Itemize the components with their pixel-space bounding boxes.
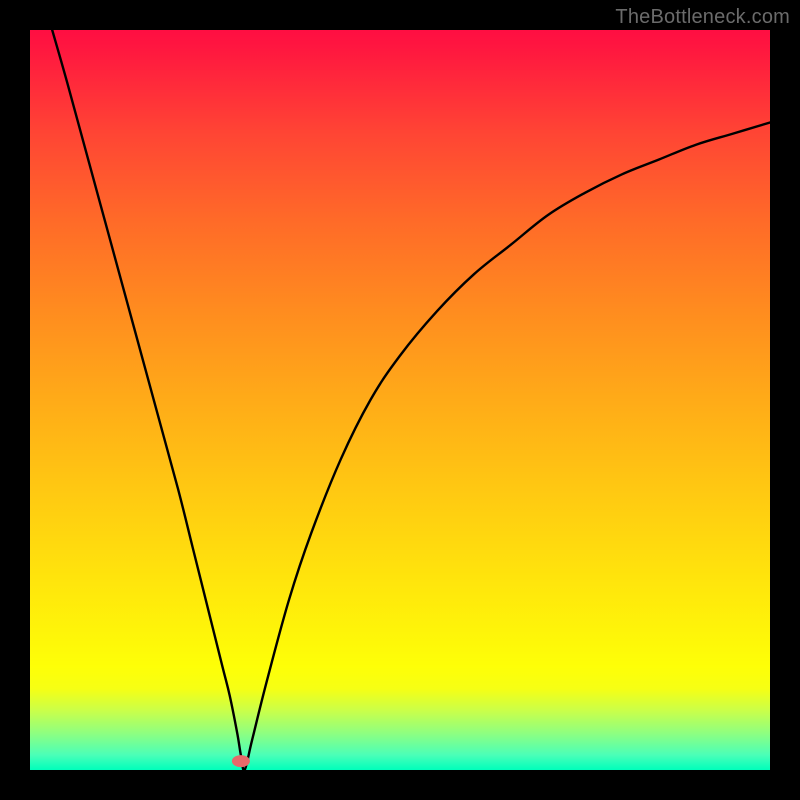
plot-area [30, 30, 770, 770]
minimum-marker [232, 755, 250, 767]
curve-svg [30, 30, 770, 770]
chart-frame: TheBottleneck.com [0, 0, 800, 800]
watermark-text: TheBottleneck.com [615, 6, 790, 29]
bottleneck-curve-path [52, 30, 770, 770]
